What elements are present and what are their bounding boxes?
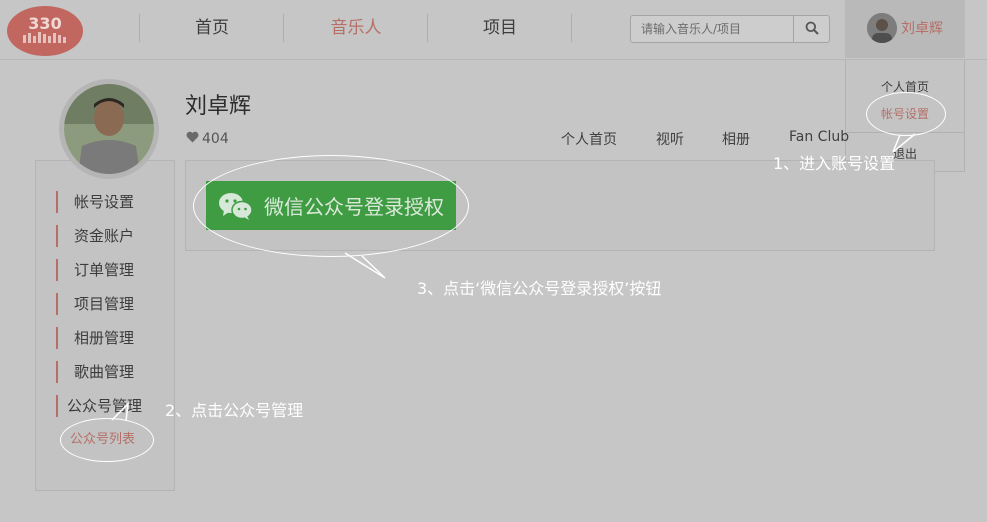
nav-home[interactable]: 首页 — [141, 15, 283, 41]
user-menu[interactable]: 刘卓辉 — [845, 0, 965, 58]
logo-text: 330 — [28, 14, 61, 33]
likes-count: 404 — [202, 131, 229, 147]
nav-divider — [139, 14, 140, 42]
sidebar-item-funds[interactable]: 资金账户 — [56, 225, 134, 247]
wechat-authorize-button[interactable]: 微信公众号登录授权 — [206, 181, 456, 230]
annotation-step-2: 2、点击公众号管理 — [165, 401, 304, 420]
user-name: 刘卓辉 — [901, 21, 943, 37]
annotation-step-3: 3、点击‘微信公众号登录授权’按钮 — [417, 279, 662, 298]
nav-musicians[interactable]: 音乐人 — [285, 15, 427, 41]
sidebar-item-account-settings[interactable]: 帐号设置 — [56, 191, 134, 213]
dropdown-item-account-settings[interactable]: 帐号设置 — [846, 105, 964, 122]
profile-name: 刘卓辉 — [185, 94, 252, 119]
likes-counter: 404 — [186, 131, 229, 147]
sidebar-item-orders[interactable]: 订单管理 — [56, 259, 134, 281]
top-header: 330 首页 音乐人 项目 刘卓辉 — [0, 0, 987, 60]
annotation-step-1: 1、进入账号设置 — [773, 154, 896, 173]
sidebar-item-official-accounts[interactable]: 公众号管理 — [56, 395, 142, 417]
site-logo[interactable]: 330 — [6, 3, 84, 57]
dropdown-divider — [846, 132, 964, 133]
sidebar-item-songs[interactable]: 歌曲管理 — [56, 361, 134, 383]
profile-tab-home[interactable]: 个人首页 — [561, 129, 617, 149]
profile-avatar — [59, 79, 159, 179]
nav-divider — [571, 14, 572, 42]
user-avatar — [867, 13, 897, 43]
dropdown-item-home[interactable]: 个人首页 — [846, 78, 964, 95]
sidebar: 帐号设置 资金账户 订单管理 项目管理 相册管理 歌曲管理 公众号管理 公众号列… — [35, 160, 175, 491]
wechat-button-label: 微信公众号登录授权 — [264, 195, 444, 219]
search-icon — [805, 20, 819, 39]
wechat-icon — [218, 191, 254, 221]
sidebar-subitem-account-list[interactable]: 公众号列表 — [70, 428, 135, 447]
sidebar-item-albums[interactable]: 相册管理 — [56, 327, 134, 349]
search-button[interactable] — [793, 16, 829, 42]
nav-divider — [283, 14, 284, 42]
heart-icon[interactable] — [186, 131, 199, 147]
nav-projects[interactable]: 项目 — [429, 15, 571, 41]
profile-tab-fanclub[interactable]: Fan Club — [789, 129, 849, 145]
nav-divider — [427, 14, 428, 42]
profile-tab-media[interactable]: 视听 — [656, 129, 684, 149]
search-box — [630, 15, 830, 43]
sidebar-item-projects[interactable]: 项目管理 — [56, 293, 134, 315]
search-input[interactable] — [631, 16, 793, 42]
profile-tab-albums[interactable]: 相册 — [722, 129, 750, 149]
